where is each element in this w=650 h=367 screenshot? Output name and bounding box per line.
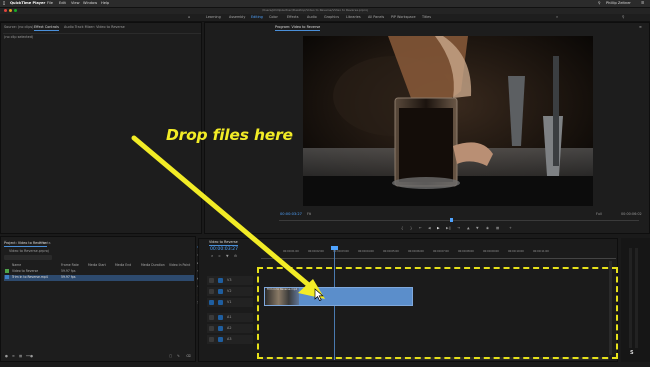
drop-files-caption: Drop files here xyxy=(166,126,293,144)
drag-cursor-icon xyxy=(314,288,324,301)
arrow-shaft xyxy=(131,135,314,290)
drop-arrow-overlay xyxy=(131,135,325,299)
